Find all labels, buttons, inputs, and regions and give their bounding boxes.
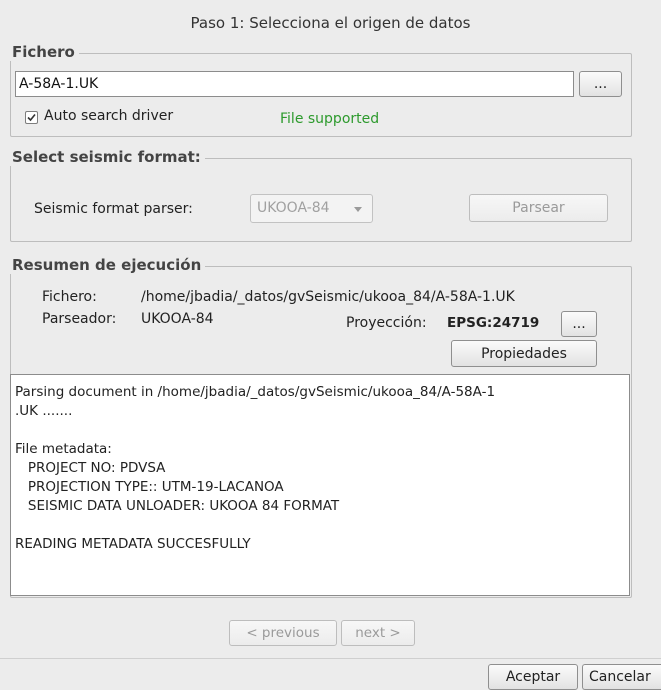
projection-value: EPSG:24719	[447, 315, 540, 331]
parser-select[interactable]: UKOOA-84	[250, 194, 373, 223]
auto-search-checkbox[interactable]	[25, 111, 38, 124]
previous-button[interactable]: < previous	[229, 620, 337, 646]
cancel-button[interactable]: Cancelar	[582, 664, 661, 690]
summary-legend: Resumen de ejecución	[10, 256, 206, 274]
footer-divider	[0, 658, 661, 659]
accept-button[interactable]: Aceptar	[488, 664, 578, 690]
chevron-down-icon	[354, 207, 362, 212]
parser-select-value: UKOOA-84	[257, 200, 330, 216]
parse-button[interactable]: Parsear	[469, 194, 608, 222]
wizard-step-title: Paso 1: Selecciona el origen de datos	[190, 14, 471, 32]
seismic-format-legend: Select seismic format:	[10, 148, 205, 166]
next-button[interactable]: next >	[341, 620, 415, 646]
summary-parser-value: UKOOA-84	[141, 311, 214, 327]
execution-log[interactable]: Parsing document in /home/jbadia/_datos/…	[10, 374, 630, 596]
file-path-field[interactable]: A-58A-1.UK	[15, 71, 574, 97]
summary-parser-label: Parseador:	[42, 311, 117, 327]
properties-button[interactable]: Propiedades	[451, 340, 597, 367]
checkmark-icon	[27, 113, 36, 122]
parser-label: Seismic format parser:	[34, 201, 193, 217]
browse-file-button[interactable]: ...	[579, 71, 622, 97]
auto-search-label[interactable]: Auto search driver	[44, 108, 173, 124]
summary-file-value: /home/jbadia/_datos/gvSeismic/ukooa_84/A…	[141, 289, 515, 305]
projection-browse-button[interactable]: ...	[561, 311, 597, 337]
summary-file-label: Fichero:	[42, 289, 97, 305]
projection-label: Proyección:	[346, 315, 427, 331]
file-status-text: File supported	[280, 111, 380, 127]
fichero-legend: Fichero	[10, 43, 79, 61]
